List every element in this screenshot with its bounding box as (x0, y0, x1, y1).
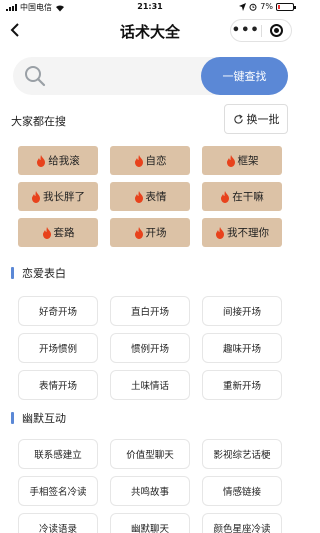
flame-icon (32, 190, 40, 203)
topic-chip[interactable]: 直白开场 (110, 296, 190, 326)
topic-chip[interactable]: 开场惯例 (18, 333, 98, 363)
section-accent-bar (11, 267, 14, 279)
location-icon (239, 2, 247, 11)
topic-chip[interactable]: 冷读语录 (18, 513, 98, 533)
search-icon (25, 66, 46, 87)
refresh-icon (233, 113, 243, 124)
status-bar: 中国电信 21:31 7% (0, 0, 300, 14)
section-header-love: 恋爱表白 (11, 265, 66, 281)
hot-tag-grid: 给我滚 自恋 框架 我长胖了 表情 在干嘛 套路 开场 我不理你 (18, 146, 282, 247)
topic-chip[interactable]: 颜色星座冷读 (202, 513, 282, 533)
flame-icon (134, 226, 143, 239)
hot-tag-label: 我长胖了 (43, 191, 85, 203)
miniprogram-capsule: ••• (230, 19, 292, 42)
topic-chip[interactable]: 表情开场 (18, 370, 98, 400)
topic-chip[interactable]: 土味情话 (110, 370, 190, 400)
topic-chip[interactable]: 好奇开场 (18, 296, 98, 326)
close-miniprogram-button[interactable] (262, 24, 292, 37)
topic-chip[interactable]: 联系感建立 (18, 439, 98, 469)
section-accent-bar (11, 412, 14, 424)
hot-tag[interactable]: 自恋 (110, 146, 190, 175)
topic-chip[interactable]: 幽默聊天 (110, 513, 190, 533)
hot-tag[interactable]: 给我滚 (18, 146, 98, 175)
topic-chip[interactable]: 重新开场 (202, 370, 282, 400)
hot-tag[interactable]: 套路 (18, 218, 98, 247)
hot-section-title: 大家都在搜 (11, 115, 66, 128)
battery-percent: 7% (260, 2, 273, 11)
hot-tag[interactable]: 表情 (110, 182, 190, 211)
hot-tag-label: 自恋 (145, 155, 167, 167)
flame-icon (37, 154, 46, 167)
topic-chip[interactable]: 价值型聊天 (110, 439, 190, 469)
flame-icon (134, 154, 143, 167)
section-title: 恋爱表白 (22, 267, 66, 280)
hot-tag-label: 框架 (237, 155, 259, 167)
more-menu-button[interactable]: ••• (231, 21, 261, 41)
flame-icon (216, 226, 224, 239)
topic-chip[interactable]: 趣味开场 (202, 333, 282, 363)
battery-icon (276, 2, 296, 11)
search-bar: 一键查找 (13, 57, 288, 95)
hot-tag[interactable]: 框架 (202, 146, 282, 175)
target-icon (269, 24, 283, 37)
hot-tag-label: 给我滚 (48, 155, 80, 167)
topic-chip[interactable]: 惯例开场 (110, 333, 190, 363)
section-title: 幽默互动 (22, 412, 66, 425)
flame-icon (226, 154, 235, 167)
search-button[interactable]: 一键查找 (201, 57, 288, 95)
hot-tag-label: 表情 (145, 191, 167, 203)
hot-tag-label: 我不理你 (227, 227, 269, 239)
topic-chip[interactable]: 手相签名冷读 (18, 476, 98, 506)
hot-tag[interactable]: 开场 (110, 218, 190, 247)
hot-tag[interactable]: 我长胖了 (18, 182, 98, 211)
topic-chip[interactable]: 情感链接 (202, 476, 282, 506)
hot-tag-label: 在干嘛 (232, 191, 264, 203)
topic-chip[interactable]: 影视综艺话梗 (202, 439, 282, 469)
hot-tag-label: 开场 (145, 227, 167, 239)
flame-icon (134, 190, 143, 203)
section-love-grid: 好奇开场 直白开场 间接开场 开场惯例 惯例开场 趣味开场 表情开场 土味情话 … (18, 296, 282, 400)
alarm-icon (249, 3, 257, 11)
section-header-humor: 幽默互动 (11, 410, 66, 426)
nav-bar: 话术大全 ••• (0, 14, 300, 48)
hot-tag-label: 套路 (53, 227, 75, 239)
topic-chip[interactable]: 共鸣故事 (110, 476, 190, 506)
topic-chip[interactable]: 间接开场 (202, 296, 282, 326)
hot-tag[interactable]: 我不理你 (202, 218, 282, 247)
flame-icon (42, 226, 51, 239)
hot-tag[interactable]: 在干嘛 (202, 182, 282, 211)
refresh-button[interactable]: 换一批 (224, 104, 288, 134)
section-humor-grid: 联系感建立 价值型聊天 影视综艺话梗 手相签名冷读 共鸣故事 情感链接 冷读语录… (18, 439, 282, 533)
search-input[interactable] (57, 66, 197, 86)
refresh-label: 换一批 (246, 113, 280, 126)
flame-icon (221, 190, 230, 203)
